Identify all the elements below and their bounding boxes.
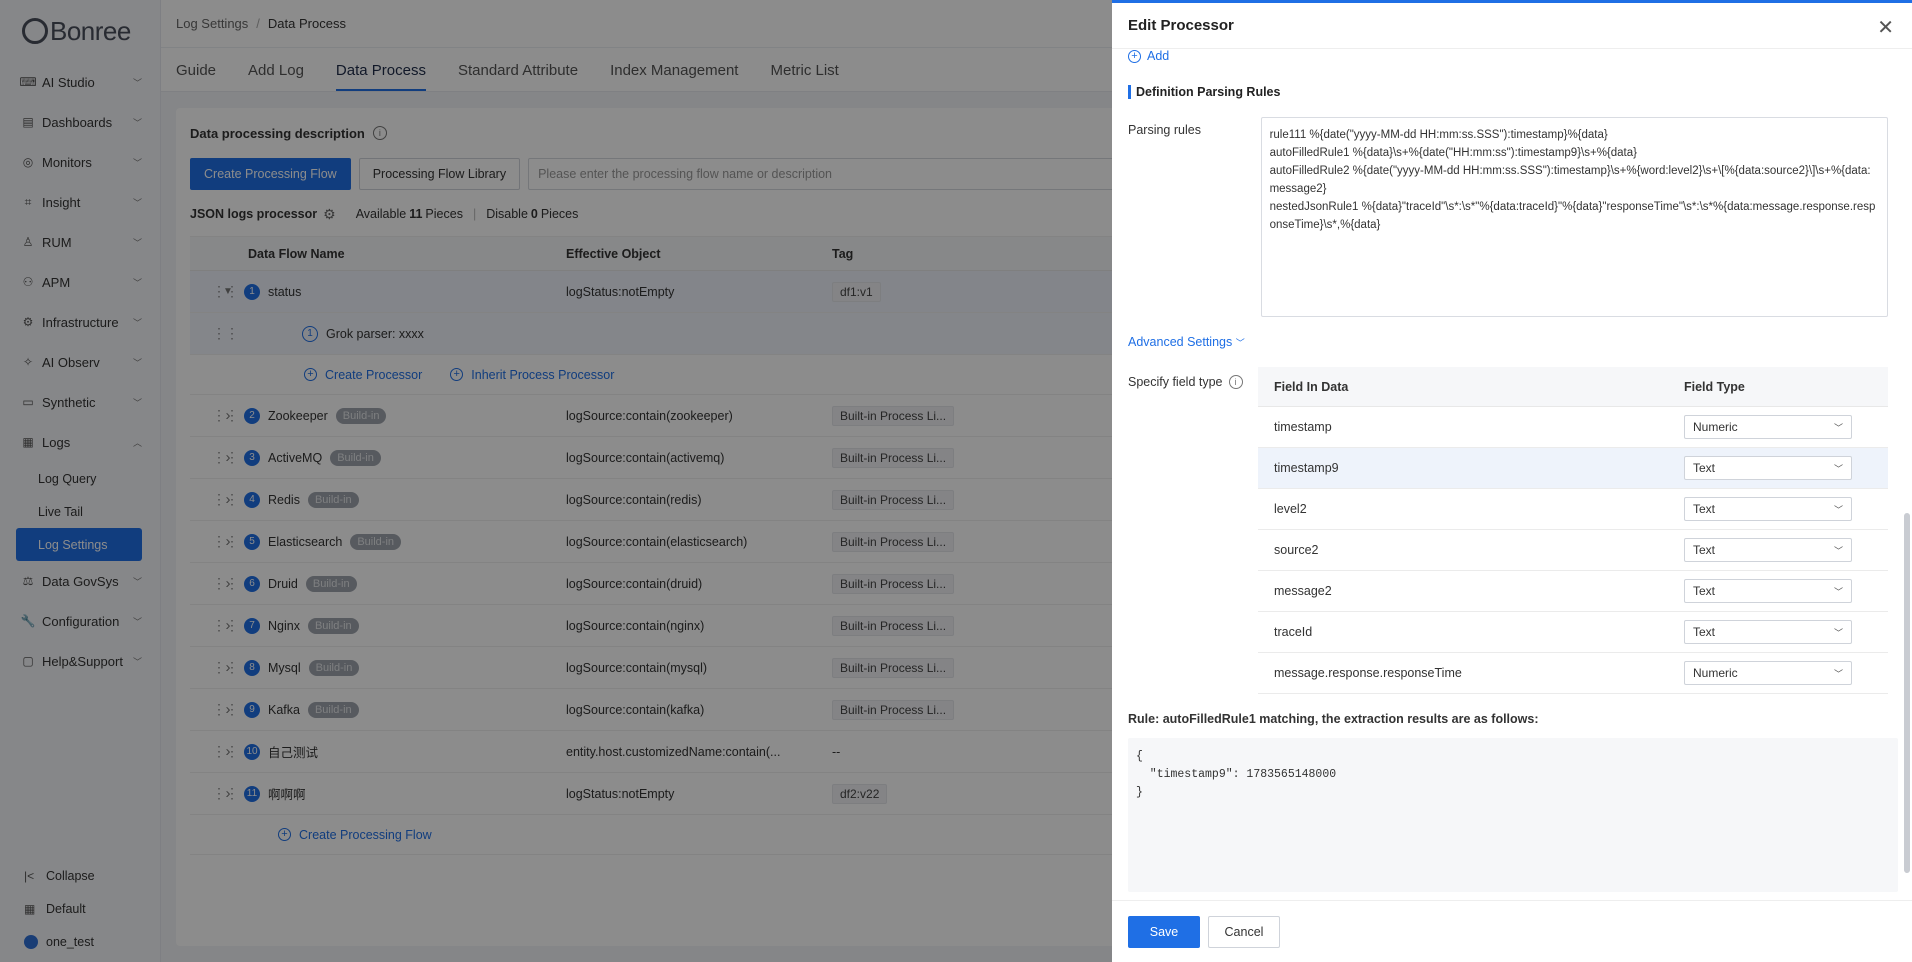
drawer-header: Edit Processor [1112,3,1912,49]
field-type-label: Specify field type [1128,375,1223,389]
field-type-select[interactable]: Text ﹀ [1684,456,1852,480]
field-type-select[interactable]: Text ﹀ [1684,538,1852,562]
edit-processor-drawer: Edit Processor ✕ + Add Definition Parsing… [1112,0,1912,962]
drawer-footer: Save Cancel [1112,900,1912,962]
plus-icon: + [1128,49,1141,63]
advanced-settings-toggle[interactable]: Advanced Settings ﹀ [1128,335,1888,349]
chevron-down-icon: ﹀ [1235,338,1245,348]
field-type-cell: Text ﹀ [1668,620,1888,644]
field-type-value: Numeric [1693,420,1738,434]
field-type-value: Text [1693,625,1716,639]
add-link[interactable]: + Add [1128,49,1888,63]
field-name: traceId [1274,625,1313,639]
field-row: traceId Text ﹀ [1258,612,1888,653]
save-button[interactable]: Save [1128,915,1200,948]
field-type-cell: Numeric ﹀ [1668,415,1888,439]
field-table-header: Field In Data Field Type [1258,367,1888,407]
chevron-down-icon: ﹀ [1833,545,1843,556]
field-name: message2 [1274,584,1332,598]
modal-overlay[interactable] [0,0,1112,962]
chevron-down-icon: ﹀ [1833,627,1843,638]
field-type-table: Field In Data Field Type timestamp Numeri… [1258,367,1888,694]
chevron-down-icon: ﹀ [1833,668,1843,679]
field-name: source2 [1274,543,1319,557]
field-name: level2 [1274,502,1307,516]
close-icon[interactable]: ✕ [1877,15,1894,40]
field-row: timestamp9 Text ﹀ [1258,448,1888,489]
field-rows: timestamp Numeric ﹀ timestamp9 Text ﹀ level2 Te… [1258,407,1888,694]
field-row: source2 Text ﹀ [1258,530,1888,571]
field-type-select[interactable]: Numeric ﹀ [1684,415,1852,439]
field-type-cell: Text ﹀ [1668,456,1888,480]
chevron-down-icon: ﹀ [1833,504,1843,515]
column-header-type: Field Type [1684,379,1745,394]
advanced-settings-label: Advanced Settings [1128,335,1233,349]
field-type-value: Text [1693,543,1716,557]
scrollbar[interactable] [1904,513,1910,873]
cancel-button[interactable]: Cancel [1208,915,1280,948]
field-type-select[interactable]: Text ﹀ [1684,579,1852,603]
field-row: timestamp Numeric ﹀ [1258,407,1888,448]
field-type-cell: Text ﹀ [1668,538,1888,562]
field-type-select[interactable]: Text ﹀ [1684,620,1852,644]
field-type-value: Numeric [1693,666,1738,680]
chevron-down-icon: ﹀ [1833,422,1843,433]
field-type-cell: Text ﹀ [1668,579,1888,603]
field-type-value: Text [1693,502,1716,516]
field-name: timestamp9 [1274,461,1339,475]
chevron-down-icon: ﹀ [1833,586,1843,597]
field-type-cell: Numeric ﹀ [1668,661,1888,685]
info-icon[interactable]: i [1228,375,1243,389]
chevron-down-icon: ﹀ [1833,463,1843,474]
parsing-rules-row: Parsing rules rule111 %{date("yyyy-MM-dd… [1128,117,1888,317]
drawer-body: + Add Definition Parsing Rules Parsing ru… [1128,49,1898,900]
add-label: Add [1147,49,1170,63]
field-row: message.response.responseTime Numeric ﹀ [1258,653,1888,694]
drawer-title: Edit Processor [1128,17,1234,34]
field-type-select[interactable]: Numeric ﹀ [1684,661,1852,685]
field-type-value: Text [1693,461,1716,475]
field-name: message.response.responseTime [1274,666,1462,680]
parsing-rules-label: Parsing rules [1128,123,1201,137]
field-type-cell: Text ﹀ [1668,497,1888,521]
field-name: timestamp [1274,420,1332,434]
field-type-row: Specify field type i Field In Data Field … [1128,367,1888,694]
field-row: message2 Text ﹀ [1258,571,1888,612]
field-type-value: Text [1693,584,1716,598]
field-type-select[interactable]: Text ﹀ [1684,497,1852,521]
parsing-rules-textarea[interactable]: rule111 %{date("yyyy-MM-dd HH:mm:ss.SSS"… [1260,117,1888,317]
field-row: level2 Text ﹀ [1258,489,1888,530]
extraction-result: { "timestamp9": 1783565148000 } [1128,738,1898,892]
section-title: Definition Parsing Rules [1128,85,1888,99]
column-header-field: Field In Data [1274,379,1349,394]
rule-result-title: Rule: autoFilledRule1 matching, the extr… [1128,712,1539,726]
